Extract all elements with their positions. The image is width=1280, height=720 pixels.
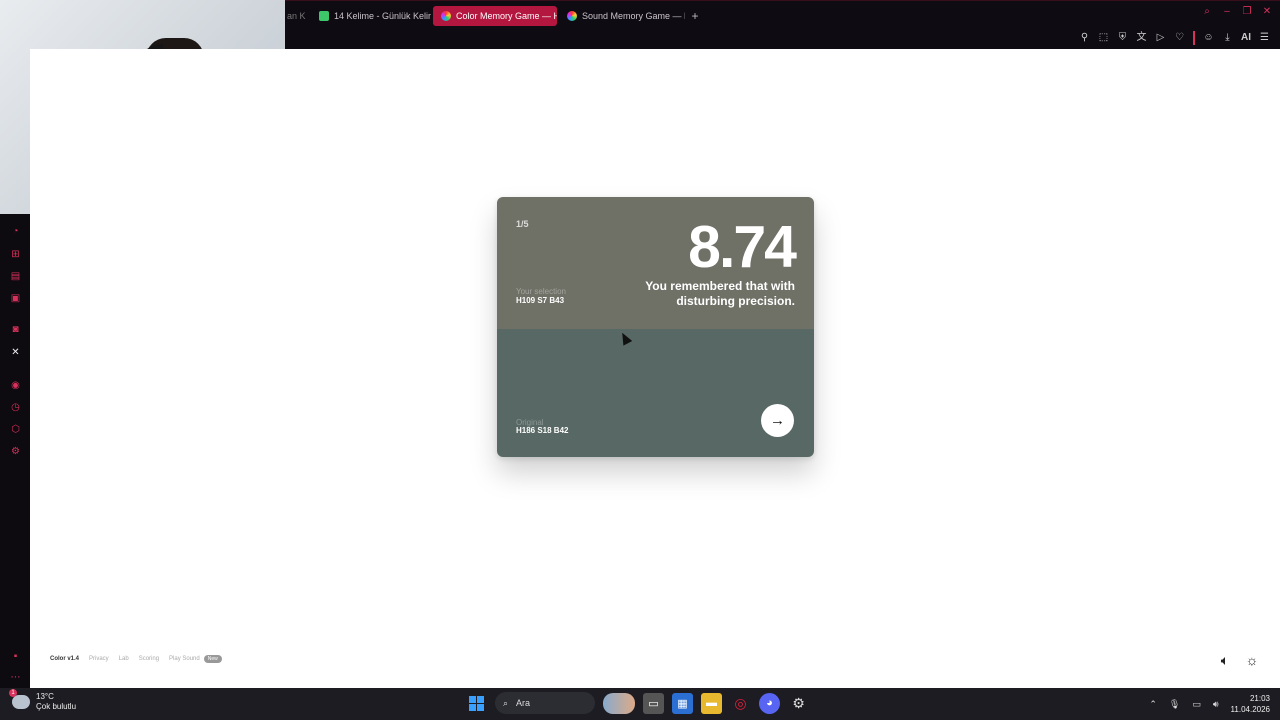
browser-sidebar: ◔ ⊞ ▤ ▣ ◙ ✕ ◉ ◷ ⬡ ⚙ ▪ ⋯: [0, 214, 30, 688]
version-label: Color v1.4: [50, 656, 80, 662]
microphone-icon[interactable]: 🎙︎: [1169, 699, 1180, 710]
settings-icon[interactable]: ⚙: [10, 446, 21, 457]
volume-icon[interactable]: 🔊︎: [1213, 699, 1219, 710]
selection-label: Your selection: [516, 287, 566, 296]
task-view-icon[interactable]: ▭: [643, 692, 664, 714]
screen: an K 14 Kelime - Günlük Kelime Color Mem…: [0, 0, 1280, 720]
x-icon[interactable]: ✕: [10, 347, 21, 358]
play-sound-link[interactable]: Play Sound: [169, 656, 200, 662]
result-card: 1/5 8.74 You remembered that with distur…: [497, 197, 814, 457]
color-game-favicon-icon: [441, 11, 451, 21]
minimize-icon[interactable]: –: [1222, 7, 1232, 17]
opera-gx-icon[interactable]: ◎: [730, 693, 751, 714]
search-icon: ⌕: [503, 697, 509, 708]
tab-label: 14 Kelime - Günlük Kelime: [334, 11, 431, 21]
toolbar-divider: [1193, 31, 1195, 45]
chevron-up-icon[interactable]: ⌃: [1149, 699, 1157, 710]
widgets-icon[interactable]: [603, 692, 635, 714]
taskbar-search[interactable]: ⌕ Ara: [495, 692, 595, 714]
weather-desc: Çok bulutlu: [36, 702, 77, 711]
score-value: 8.74: [688, 214, 797, 280]
lab-link[interactable]: Lab: [119, 656, 129, 662]
system-tray: ⌃ 🎙︎ ▭ 🔊︎ 21:03 11.04.2026: [1149, 693, 1270, 715]
window-controls: ⌕ – ❐ ✕: [1202, 7, 1272, 17]
restore-icon[interactable]: ❐: [1242, 7, 1252, 17]
speed-dial-icon[interactable]: ◔: [10, 226, 21, 237]
tab-label: an K: [287, 11, 306, 21]
round-counter: 1/5: [516, 219, 529, 229]
sun-icon[interactable]: ☼: [1244, 652, 1260, 668]
scoring-link[interactable]: Scoring: [139, 656, 159, 662]
extensions-icon[interactable]: ⬡: [10, 424, 21, 435]
profile-icon[interactable]: ☺: [1203, 32, 1214, 44]
network-icon[interactable]: ▭: [1192, 699, 1201, 710]
shield-icon[interactable]: ⛨: [1117, 32, 1128, 44]
selection-value: H109 S7 B43: [516, 296, 565, 305]
original-value: H186 S18 B42: [516, 426, 569, 435]
weather-temp: 13°C: [36, 692, 54, 701]
menu-icon[interactable]: ☰: [1259, 32, 1270, 44]
history-icon[interactable]: ◷: [10, 402, 21, 413]
screenshot-icon[interactable]: ⬚: [1098, 32, 1109, 44]
new-tab-button[interactable]: +: [687, 9, 703, 23]
search-placeholder: Ara: [516, 698, 531, 708]
time-text: 21:03: [1249, 694, 1270, 703]
page-footer: Color v1.4 Privacy Lab Scoring Play Soun…: [50, 655, 222, 663]
date-text: 11.04.2026: [1230, 705, 1270, 714]
tab-bar: an K 14 Kelime - Günlük Kelime Color Mem…: [285, 5, 703, 27]
new-badge: New: [203, 655, 222, 663]
speaker-icon[interactable]: 🔈︎: [1217, 652, 1233, 668]
tab-partial[interactable]: an K: [285, 6, 309, 26]
chat-icon[interactable]: ▤: [10, 271, 21, 282]
discord-icon[interactable]: ◕: [759, 692, 780, 714]
store-icon[interactable]: ▦: [672, 692, 693, 714]
download-icon[interactable]: ⤓: [1222, 32, 1233, 44]
taskbar-apps: ⌕ Ara ▭ ▦ ▬ ◎ ◕ ⚙: [466, 692, 809, 714]
privacy-link[interactable]: Privacy: [89, 656, 109, 662]
file-explorer-icon[interactable]: ▬: [701, 692, 722, 714]
clock[interactable]: 21:03 11.04.2026: [1231, 693, 1270, 715]
search-icon[interactable]: ⌕: [1202, 7, 1212, 17]
weather-widget[interactable]: 1 13°C Çok bulutlu: [9, 689, 77, 712]
more-icon[interactable]: ⋯: [10, 672, 21, 683]
browser-toolbar: ⚲ ⬚ ⛨ 文 ▷ ♡ ☺ ⤓ AI ☰: [1079, 31, 1270, 45]
player-icon[interactable]: ◉: [10, 380, 21, 391]
bag-icon[interactable]: ⊞: [10, 249, 21, 260]
weather-badge: 1: [9, 689, 17, 697]
tab-14-kelime[interactable]: 14 Kelime - Günlük Kelime: [311, 6, 431, 26]
tab-label: Color Memory Game — H: [456, 11, 557, 21]
windows-icon: [469, 695, 484, 711]
arrow-right-icon: →: [770, 412, 785, 429]
play-icon[interactable]: ▷: [1155, 32, 1166, 44]
tab-sound-memory-game[interactable]: Sound Memory Game — H: [559, 6, 685, 26]
m-app-icon[interactable]: ▣: [10, 293, 21, 304]
start-button[interactable]: [466, 693, 487, 714]
twitch-icon[interactable]: ◙: [10, 324, 21, 335]
result-message: You remembered that with disturbing prec…: [645, 279, 795, 308]
ai-button[interactable]: AI: [1241, 32, 1251, 44]
heart-icon[interactable]: ♡: [1174, 32, 1185, 44]
cloud-icon: 1: [9, 689, 30, 709]
close-icon[interactable]: ✕: [1262, 7, 1272, 17]
gx-icon[interactable]: ▪: [10, 651, 21, 662]
sound-game-favicon-icon: [567, 11, 577, 21]
taskbar: 1 13°C Çok bulutlu ⌕ Ara ▭ ▦ ▬ ◎ ◕ ⚙ ⌃ 🎙…: [0, 688, 1280, 720]
pin-icon[interactable]: ⚲: [1079, 32, 1090, 44]
original-swatch: Original H186 S18 B42 →: [497, 329, 814, 457]
translate-icon[interactable]: 文: [1136, 32, 1147, 44]
next-button[interactable]: →: [761, 404, 794, 437]
kelime-favicon-icon: [319, 11, 329, 21]
steam-icon[interactable]: ⚙: [788, 693, 809, 714]
tab-color-memory-game[interactable]: Color Memory Game — H: [433, 6, 557, 26]
selection-swatch: 1/5 8.74 You remembered that with distur…: [497, 197, 814, 329]
tab-label: Sound Memory Game — H: [582, 11, 685, 21]
page-viewport: 1/5 8.74 You remembered that with distur…: [30, 49, 1280, 688]
